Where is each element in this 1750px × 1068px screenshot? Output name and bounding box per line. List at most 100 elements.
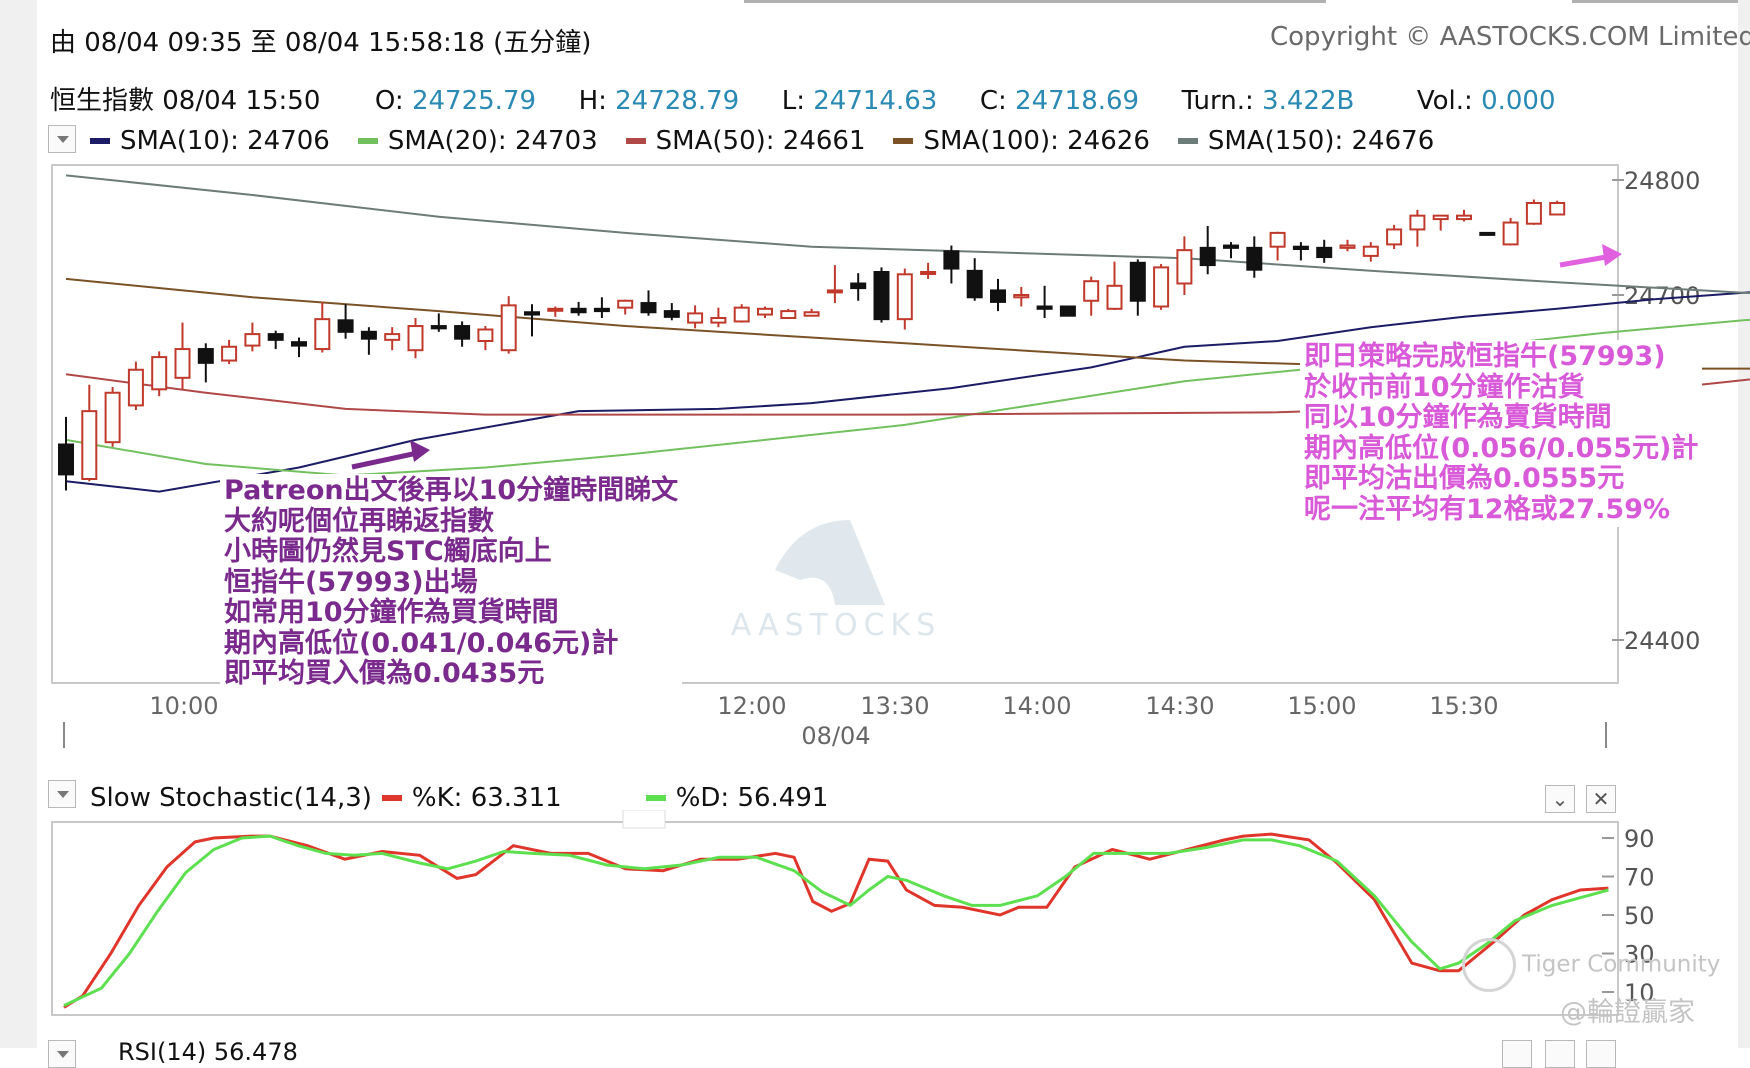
quote-line: 恒生指數 08/04 15:50 O: 24725.79 H: 24728.79… — [50, 80, 1556, 117]
candle — [1059, 305, 1076, 317]
annotation-left: Patreon出文後再以10分鐘時間睇文 大約呢個位再睇返指數 小時圖仍然見STC觸… — [220, 474, 683, 692]
candle-up — [1362, 245, 1379, 257]
candle-up — [477, 328, 494, 342]
stoch-plot-frame — [51, 821, 1619, 1016]
candle-up — [803, 311, 820, 317]
annotation-right-line: 於收市前10分鐘作沽貨 — [1304, 371, 1585, 403]
x-tick-label: 15:00 — [1287, 692, 1356, 720]
candle — [104, 387, 121, 447]
candle-down — [966, 269, 983, 299]
indicator-dropdown-button[interactable] — [48, 125, 76, 153]
annotation-left-line: 大約呢個位再睇返指數 — [224, 505, 494, 537]
watermark-text: AASTOCKS — [731, 608, 942, 643]
rsi-button-b[interactable] — [1545, 1040, 1575, 1068]
candle-up — [221, 345, 238, 362]
x-tick-label: 14:30 — [1145, 692, 1214, 720]
candle-up — [826, 289, 843, 294]
candle-up — [500, 304, 517, 352]
rsi-button-c[interactable] — [1586, 1040, 1616, 1068]
open-label: O: — [374, 86, 404, 116]
low-value: 24714.63 — [813, 86, 938, 116]
candle-down — [1199, 246, 1216, 267]
community-watermark: Tiger Community — [1462, 938, 1720, 992]
candle-up — [617, 299, 634, 309]
candle-down — [1479, 231, 1496, 236]
candle-up — [1083, 280, 1100, 302]
close-label: C: — [979, 86, 1007, 116]
candle-up — [547, 307, 564, 312]
candle-down — [58, 443, 74, 476]
annotation-left-line: 小時圖仍然見STC觸底向上 — [224, 536, 552, 567]
annotation-left-line: 即平均買入價為0.0435元 — [224, 658, 545, 689]
annotation-right-line: 即日策略完成恒指牛(57993) — [1304, 341, 1666, 372]
candle-down — [593, 307, 610, 313]
legend-swatch — [893, 138, 914, 144]
stochastic-chart: 9070503010 — [51, 810, 1655, 1016]
candle-up — [1176, 249, 1193, 285]
annotation-left-line: 期內高低位(0.041/0.046元)計 — [224, 627, 619, 659]
candle — [1153, 263, 1170, 310]
tiger-logo-icon — [1462, 938, 1516, 992]
candle-down — [1059, 305, 1076, 317]
x-tick-label: 15:30 — [1429, 692, 1498, 720]
close-panel-button[interactable]: ✕ — [1586, 785, 1616, 813]
candle-up — [710, 317, 727, 324]
x-tick-label: 13:30 — [860, 692, 929, 720]
candle-up — [1409, 214, 1426, 231]
candle-down — [337, 319, 354, 333]
candle — [733, 304, 750, 323]
volume-value: 0.000 — [1481, 86, 1556, 116]
annotation-right-line: 同以10分鐘作為賣貨時間 — [1304, 402, 1612, 433]
candle — [500, 296, 517, 354]
candle-down — [291, 341, 307, 347]
stochastic-legend: Slow Stochastic(14,3) %K: 63.311 %D: 56.… — [90, 783, 828, 813]
candle-up — [314, 318, 331, 351]
candle-up — [407, 325, 424, 352]
candle-up — [1432, 214, 1449, 221]
candle-up — [1502, 221, 1519, 246]
rsi-button-a[interactable] — [1502, 1040, 1532, 1068]
legend-swatch — [1177, 138, 1198, 144]
y-tick-label: 24800 — [1624, 167, 1700, 195]
stoch-y-tick-label: 70 — [1624, 864, 1655, 892]
candle-up — [1106, 284, 1123, 310]
candle-up — [1153, 266, 1170, 308]
k-value: %K: 63.311 — [411, 783, 562, 813]
date-range-text: 由 08/04 09:35 至 08/04 15:58:18 (五分鐘) — [50, 28, 592, 58]
rsi-dropdown-button[interactable] — [48, 1040, 76, 1068]
candle-up — [174, 348, 191, 379]
annotation-right-line: 期內高低位(0.056/0.055元)計 — [1304, 432, 1699, 464]
y-tick-label: 24400 — [1624, 627, 1700, 655]
candle-up — [780, 310, 797, 320]
turnover-value: 3.422B — [1262, 86, 1355, 116]
collapse-panel-button[interactable]: ⌄ — [1545, 785, 1575, 813]
stoch-y-tick-label: 50 — [1624, 902, 1655, 930]
low-label: L: — [781, 86, 805, 116]
candle-down — [524, 311, 540, 316]
d-value: %D: 56.491 — [675, 783, 829, 813]
candle-up — [81, 410, 98, 480]
candle-down — [943, 250, 960, 270]
candle-up — [151, 356, 168, 391]
x-tick-label: 14:00 — [1002, 692, 1071, 720]
stoch-y-tick-label: 90 — [1624, 825, 1655, 853]
stochastic-dropdown-button[interactable] — [48, 780, 76, 808]
annotation-right-line: 即平均沽出價為0.0555元 — [1304, 463, 1625, 494]
volume-label: Vol.: — [1416, 86, 1473, 116]
x-tick-label: 10:00 — [149, 692, 218, 720]
legend-swatch — [90, 138, 110, 144]
candle-up — [896, 273, 913, 321]
k-swatch — [381, 795, 402, 801]
candle — [151, 351, 168, 397]
close-value: 24718.69 — [1015, 86, 1140, 116]
candle-down — [1292, 245, 1309, 250]
candle-down — [430, 325, 447, 330]
candle — [127, 361, 144, 410]
candle-down — [360, 330, 377, 340]
copyright-text: Copyright © AASTOCKS.COM Limited — [1270, 22, 1750, 52]
stochastic-title: Slow Stochastic(14,3) — [90, 783, 372, 813]
candle-down — [663, 310, 680, 318]
author-watermark: @輪證贏家 — [1560, 997, 1695, 1028]
candle — [1502, 217, 1519, 246]
candle-down — [850, 282, 867, 290]
